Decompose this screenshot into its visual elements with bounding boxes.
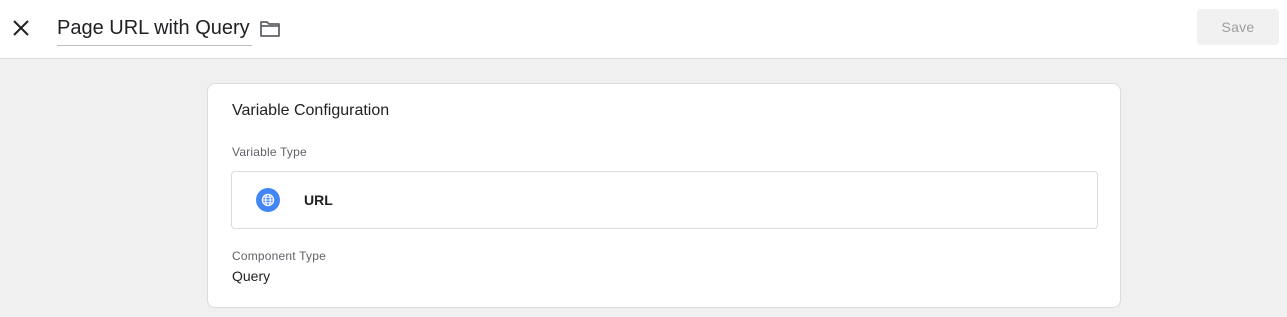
close-button[interactable] xyxy=(8,14,34,42)
card-title: Variable Configuration xyxy=(232,102,390,119)
save-button[interactable]: Save xyxy=(1197,9,1279,45)
variable-type-label: Variable Type xyxy=(232,145,307,159)
folder-icon xyxy=(260,21,280,37)
globe-icon xyxy=(256,188,280,212)
title-input[interactable]: Page URL with Query xyxy=(57,14,252,46)
folder-button[interactable] xyxy=(257,16,283,42)
component-type-label: Component Type xyxy=(232,249,326,263)
page-title: Page URL with Query xyxy=(57,17,250,39)
variable-configuration-card: Variable Configuration Variable Type URL… xyxy=(207,83,1121,308)
variable-type-selector[interactable]: URL xyxy=(231,171,1098,229)
variable-type-name: URL xyxy=(304,192,333,208)
close-icon xyxy=(13,20,29,36)
component-type-value: Query xyxy=(232,268,271,284)
top-bar: Page URL with Query Save xyxy=(0,0,1287,59)
